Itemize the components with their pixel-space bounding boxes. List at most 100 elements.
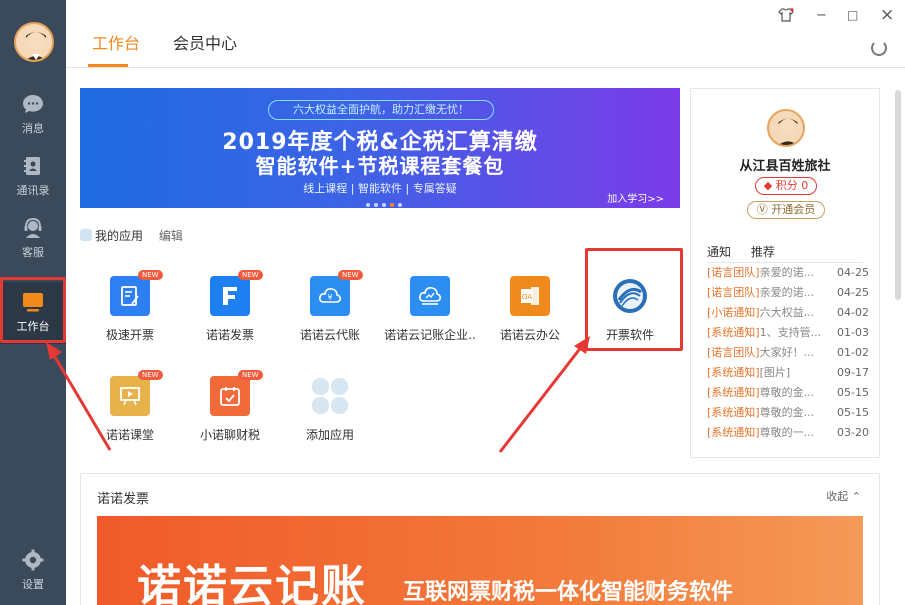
app-tile-classroom[interactable]: NEW 诺诺课堂: [80, 370, 180, 456]
app-tile-quick-invoice[interactable]: NEW 极速开票: [80, 270, 180, 356]
notice-item[interactable]: [诺言团队]亲爱的诺... 04-25: [707, 285, 869, 301]
chat-bubble-icon: [23, 95, 43, 113]
gear-icon: [22, 549, 44, 571]
new-badge: NEW: [138, 270, 163, 280]
banner-join-link[interactable]: 加入学习>>: [607, 190, 664, 205]
app-tile-cloud-bookkeeping[interactable]: 诺诺云记账企业..: [380, 276, 480, 356]
notice-item[interactable]: [小诺通知]六大权益... 04-02: [707, 305, 869, 321]
profile-name: 从江县百姓旅社: [739, 159, 831, 174]
profile-avatar[interactable]: [767, 109, 805, 147]
apps-grid-icon: [80, 229, 92, 241]
vip-text: 开通会员: [771, 203, 816, 216]
tab-member-center[interactable]: 会员中心: [173, 30, 237, 54]
cloud-yuan-icon: ¥ NEW: [310, 270, 363, 316]
calendar-check-icon: NEW: [210, 370, 263, 416]
maximize-button[interactable]: □: [847, 8, 858, 22]
notice-item[interactable]: [诺言团队]大家好！... 01-02: [707, 345, 869, 361]
notice-item[interactable]: [系统通知]尊敬的金... 05-15: [707, 405, 869, 421]
banner-pill: 六大权益全面护航，助力汇缴无忧！: [268, 100, 494, 120]
promo-banner[interactable]: 六大权益全面护航，助力汇缴无忧！ 2019年度个税&企税汇算清缴 智能软件+节税…: [80, 88, 680, 208]
collapse-button[interactable]: 收起 ⌃: [826, 488, 861, 504]
nav-item-workbench[interactable]: 工作台: [0, 282, 66, 344]
app-label: 诺诺课堂: [105, 428, 154, 442]
points-diamond-icon: ◆: [763, 179, 776, 192]
notice-item[interactable]: [系统通知]尊敬的一... 03-20: [707, 425, 869, 441]
nuonuo-invoice-icon: NEW: [210, 270, 263, 316]
nav-item-settings[interactable]: 设置: [0, 540, 66, 602]
nuonuo-invoice-section: 诺诺发票 收起 ⌃ 诺诺云记账 互联网票财税一体化智能财务软件: [80, 473, 880, 605]
classroom-board-icon: NEW: [110, 370, 163, 416]
user-avatar[interactable]: [14, 22, 54, 62]
nav-label: 设置: [22, 578, 44, 591]
tab-recommend[interactable]: 推荐: [751, 245, 775, 259]
cloud-chart-icon: [410, 276, 450, 316]
svg-text:¥: ¥: [327, 293, 332, 302]
new-badge: NEW: [338, 270, 363, 280]
nav-item-messages[interactable]: 消息: [0, 84, 66, 146]
points-badge[interactable]: ◆ 积分 0: [755, 177, 817, 195]
section-title: 诺诺发票: [97, 492, 150, 507]
app-label: 极速开票: [105, 328, 154, 342]
app-label: 添加应用: [305, 428, 354, 442]
vip-v-icon: Ⓥ: [756, 203, 772, 216]
promo-subtitle: 互联网票财税一体化智能财务软件: [403, 580, 734, 605]
refresh-icon[interactable]: [871, 40, 887, 56]
points-text: 积分 0: [775, 179, 809, 192]
open-membership-button[interactable]: Ⓥ 开通会员: [747, 201, 825, 219]
quick-invoice-icon: NEW: [110, 270, 163, 316]
notice-item[interactable]: [系统通知]尊敬的金... 05-15: [707, 385, 869, 401]
app-label: 诺诺云记账企业..: [384, 328, 476, 342]
edit-apps-link[interactable]: 编辑: [159, 229, 183, 243]
vertical-scrollbar[interactable]: [895, 90, 901, 300]
new-badge: NEW: [238, 270, 263, 280]
banner-subheadline: 智能软件+节税课程套餐包: [255, 154, 505, 178]
nav-label: 通讯录: [16, 184, 50, 197]
app-tile-nuonuo-invoice[interactable]: NEW 诺诺发票: [180, 270, 280, 356]
app-label: 开票软件: [605, 328, 654, 342]
app-tile-add-app[interactable]: 添加应用: [280, 376, 380, 456]
nav-label: 工作台: [16, 320, 50, 333]
active-tab-indicator: [88, 64, 128, 67]
app-tile-invoice-software[interactable]: 开票软件: [580, 276, 680, 356]
nav-item-contacts[interactable]: 通讯录: [0, 146, 66, 208]
invoice-software-globe-icon: [610, 276, 650, 316]
my-apps-title: 我的应用: [95, 229, 144, 243]
nav-label: 消息: [22, 122, 44, 135]
avatar-person-icon: [26, 32, 46, 60]
new-badge: NEW: [138, 370, 163, 380]
app-label: 诺诺云代账: [299, 328, 360, 342]
nav-item-support[interactable]: 客服: [0, 208, 66, 270]
add-app-clover-icon: [310, 376, 350, 416]
notice-item[interactable]: [诺言团队]亲爱的诺... 04-25: [707, 265, 869, 281]
new-badge: NEW: [238, 370, 263, 380]
app-tile-cloud-office[interactable]: OA 诺诺云办公: [480, 276, 580, 356]
skin-shirt-icon[interactable]: [778, 8, 794, 22]
app-label: 诺诺云办公: [499, 328, 560, 342]
promo-big-title: 诺诺云记账: [137, 561, 367, 605]
notice-item[interactable]: [系统通知][图片] 09-17: [707, 365, 869, 381]
app-label: 诺诺发票: [205, 328, 254, 342]
nav-label: 客服: [22, 246, 44, 259]
workbench-monitor-icon: [23, 293, 43, 312]
top-bar: 工作台 会员中心 − □ ×: [66, 0, 905, 68]
app-label: 小诺聊财税: [199, 428, 260, 442]
headset-icon: [24, 217, 42, 238]
carousel-dots[interactable]: [366, 192, 406, 208]
app-tile-tax-chat[interactable]: NEW 小诺聊财税: [180, 370, 280, 456]
my-apps-header: 我的应用 编辑: [80, 227, 183, 244]
tab-notices[interactable]: 通知: [707, 245, 731, 259]
notice-item[interactable]: [系统通知]1、支持管... 01-03: [707, 325, 869, 341]
tab-workbench[interactable]: 工作台: [92, 30, 140, 54]
avatar-person-icon: [778, 118, 798, 145]
app-tile-cloud-agency[interactable]: ¥ NEW 诺诺云代账: [280, 270, 380, 356]
address-book-icon: [24, 157, 40, 175]
app-window: 消息 通讯录 客服 工作台 设置 工作台 会员中心 − □ × 六大权益全面护航…: [0, 0, 905, 605]
bookkeeping-promo-banner[interactable]: 诺诺云记账 互联网票财税一体化智能财务软件: [97, 516, 863, 605]
notice-tabs: 通知 推荐: [707, 243, 791, 260]
divider: [707, 262, 863, 263]
profile-notice-panel: 从江县百姓旅社 ◆ 积分 0 Ⓥ 开通会员 通知 推荐 [诺言团队]亲爱的诺..…: [690, 88, 880, 458]
minimize-button[interactable]: −: [816, 8, 827, 23]
office-icon: OA: [510, 276, 550, 316]
left-sidebar: 消息 通讯录 客服 工作台 设置: [0, 0, 66, 605]
close-button[interactable]: ×: [880, 5, 894, 25]
